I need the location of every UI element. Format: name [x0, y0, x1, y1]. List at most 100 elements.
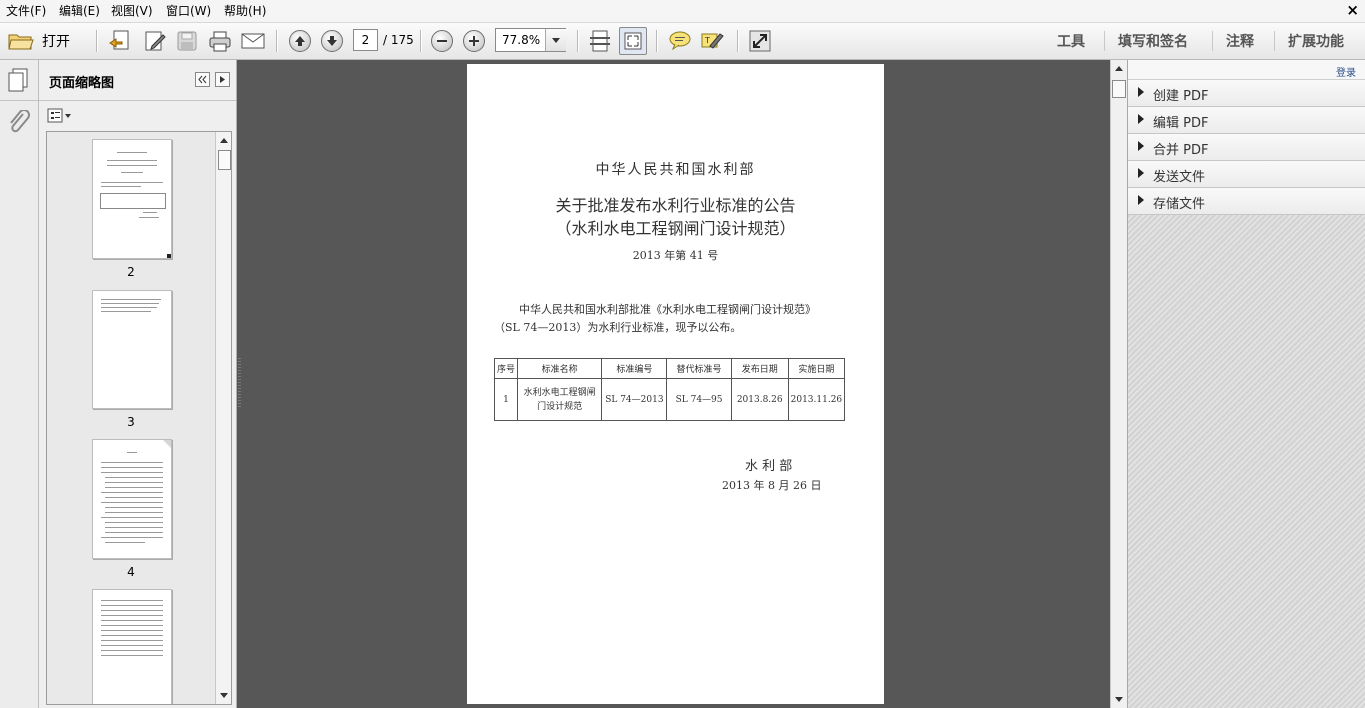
previous-page-button[interactable]	[286, 27, 314, 55]
save-button[interactable]	[173, 27, 201, 55]
panel-item-label: 创建 PDF	[1153, 89, 1209, 104]
page-number-input[interactable]	[353, 29, 378, 51]
table-cell: 水利水电工程钢闸门设计规范	[517, 378, 603, 421]
table-header-cell: 标准名称	[517, 358, 603, 379]
scroll-down-icon[interactable]	[216, 688, 232, 702]
page-thumbnails-button[interactable]	[7, 68, 29, 95]
doc-title-line2: （水利水电工程钢闸门设计规范）	[555, 219, 796, 238]
create-pdf-button[interactable]	[106, 27, 134, 55]
tab-tools[interactable]: 工具	[1057, 31, 1085, 51]
thumbnail-label-4: 4	[127, 565, 135, 579]
double-chevron-left-icon	[198, 75, 207, 84]
table-cell: 2013.8.26	[730, 378, 789, 421]
chevron-down-icon	[552, 38, 560, 43]
doc-signature: 水 利 部	[745, 459, 793, 474]
doc-body-line1: 中华人民共和国水利部批准《水利水电工程钢闸门设计规范》	[519, 303, 816, 316]
zoom-out-button[interactable]	[428, 27, 456, 55]
menu-window[interactable]: 窗口(W)	[166, 4, 211, 18]
zoom-dropdown-button[interactable]	[545, 29, 566, 51]
thumbnail-options-button[interactable]	[47, 108, 73, 127]
highlighter-icon: T	[701, 33, 724, 49]
table-header-cell: 序号	[493, 358, 519, 379]
highlight-button[interactable]: T	[698, 27, 726, 55]
menu-help[interactable]: 帮助(H)	[224, 4, 266, 18]
table-header-cell: 发布日期	[730, 358, 789, 379]
expand-icon	[749, 30, 771, 52]
table-header-cell: 标准编号	[601, 358, 668, 379]
panel-item-store-file[interactable]: 存储文件	[1128, 188, 1365, 215]
open-label: 打开	[42, 34, 70, 50]
navigation-pane-strip	[0, 60, 39, 708]
printer-icon	[209, 31, 231, 52]
panel-item-send-file[interactable]: 发送文件	[1128, 161, 1365, 188]
menu-view[interactable]: 视图(V)	[111, 4, 153, 18]
menu-file[interactable]: 文件(F)	[6, 4, 46, 18]
fit-window-button[interactable]	[619, 27, 647, 55]
panel-title: 页面缩略图	[49, 76, 115, 91]
envelope-icon	[241, 33, 265, 49]
panel-item-label: 合并 PDF	[1153, 143, 1209, 158]
edit-button[interactable]	[141, 27, 169, 55]
panel-item-label: 编辑 PDF	[1153, 116, 1209, 131]
fit-page-icon	[590, 30, 610, 52]
zoom-select[interactable]: 77.8%	[495, 28, 566, 52]
panel-item-create-pdf[interactable]: 创建 PDF	[1128, 80, 1365, 107]
document-scrollbar[interactable]	[1110, 60, 1127, 708]
tab-extended[interactable]: 扩展功能	[1288, 31, 1344, 51]
fit-window-icon	[624, 32, 642, 50]
tab-comment[interactable]: 注释	[1226, 31, 1254, 51]
table-cell: SL 74—95	[666, 378, 732, 421]
comment-button[interactable]	[666, 27, 694, 55]
scroll-up-icon[interactable]	[1111, 62, 1127, 76]
edit-document-icon	[145, 31, 166, 51]
table-header-cell: 实施日期	[787, 358, 846, 379]
table-row: 1 水利水电工程钢闸门设计规范 SL 74—2013 SL 74—95 2013…	[493, 378, 846, 421]
thumbnail-page-4[interactable]	[92, 439, 172, 559]
close-document-button[interactable]: ×	[1346, 2, 1359, 18]
table-header-cell: 替代标准号	[666, 358, 732, 379]
thumbnail-scrollbar[interactable]	[215, 132, 232, 704]
panel-item-merge-pdf[interactable]: 合并 PDF	[1128, 134, 1365, 161]
panel-item-label: 发送文件	[1153, 170, 1206, 185]
next-page-button[interactable]	[318, 27, 346, 55]
arrow-up-icon	[289, 30, 311, 52]
arrow-down-icon	[321, 30, 343, 52]
save-icon	[177, 31, 197, 51]
open-button[interactable]: 打开	[8, 27, 88, 55]
splitter-handle[interactable]	[238, 358, 241, 408]
attachments-button[interactable]	[7, 109, 31, 139]
svg-text:T: T	[704, 36, 710, 45]
scroll-down-icon[interactable]	[1111, 692, 1127, 706]
page-total: / 175	[383, 33, 414, 47]
email-button[interactable]	[239, 27, 267, 55]
play-right-icon	[220, 76, 225, 83]
expand-triangle-icon	[1138, 168, 1144, 178]
doc-date: 2013 年 8 月 26 日	[722, 479, 822, 492]
expand-triangle-icon	[1138, 114, 1144, 124]
document-scroll-thumb[interactable]	[1112, 80, 1126, 98]
panel-item-edit-pdf[interactable]: 编辑 PDF	[1128, 107, 1365, 134]
login-link[interactable]: 登录	[1336, 64, 1356, 79]
scroll-up-icon[interactable]	[216, 134, 232, 148]
thumbnail-list[interactable]: 2 3 4	[46, 131, 232, 705]
table-header-row: 序号 标准名称 标准编号 替代标准号 发布日期 实施日期	[493, 358, 846, 379]
paperclip-icon	[10, 109, 30, 133]
zoom-value: 77.8%	[502, 33, 541, 47]
collapse-panel-button[interactable]	[195, 72, 210, 87]
folder-icon	[8, 34, 34, 50]
menu-edit[interactable]: 编辑(E)	[59, 4, 100, 18]
expand-panel-button[interactable]	[215, 72, 230, 87]
minus-icon	[431, 30, 453, 52]
fit-width-button[interactable]	[586, 27, 614, 55]
zoom-in-button[interactable]	[460, 27, 488, 55]
print-button[interactable]	[206, 27, 234, 55]
thumbnail-page-2[interactable]	[92, 139, 172, 259]
table-cell: SL 74—2013	[601, 378, 668, 421]
thumbnail-page-3[interactable]	[92, 290, 172, 409]
full-screen-button[interactable]	[746, 27, 774, 55]
menu-bar: 文件(F) 编辑(E) 视图(V) 窗口(W) 帮助(H) ×	[0, 0, 1365, 23]
expand-triangle-icon	[1138, 87, 1144, 97]
thumbnail-scroll-thumb[interactable]	[218, 150, 231, 170]
tab-fill-sign[interactable]: 填写和签名	[1118, 31, 1188, 51]
thumbnail-page-5[interactable]	[92, 589, 172, 704]
